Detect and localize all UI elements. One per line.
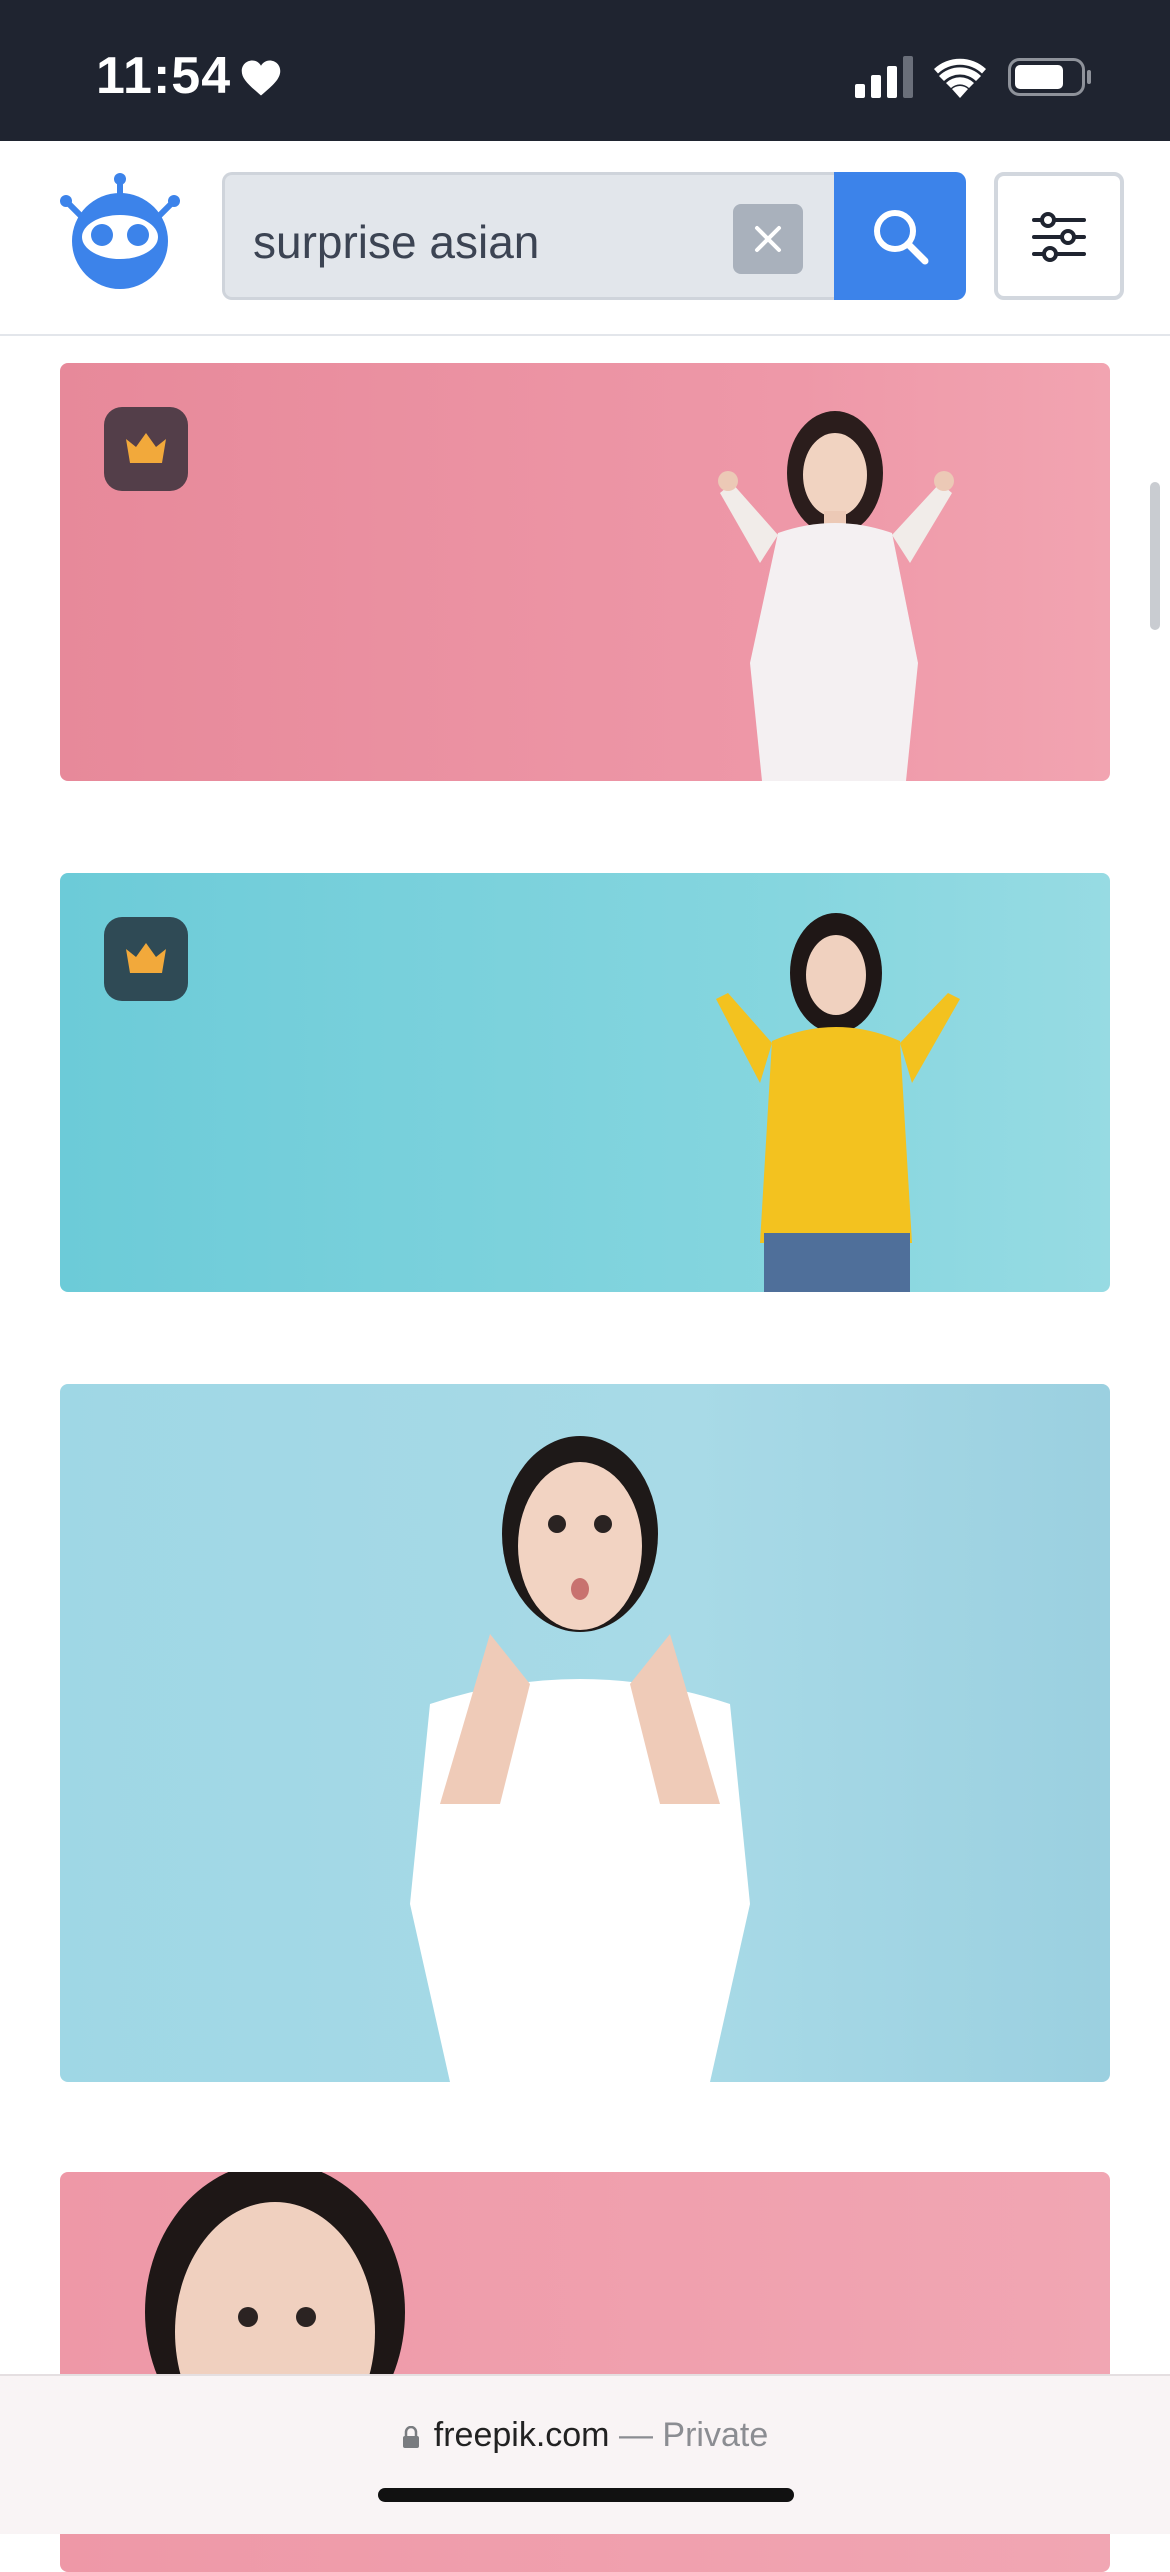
url-display[interactable]: freepik.com — Private [0,2416,1170,2455]
search-input[interactable]: surprise asian [222,172,834,300]
status-bar: 11:54 [0,0,1170,141]
close-icon [755,226,781,252]
result-image-2[interactable] [60,873,1110,1292]
clear-search-button[interactable] [733,204,803,274]
status-time: 11:54 [96,47,232,105]
browser-address-bar[interactable]: freepik.com — Private [0,2374,1170,2534]
crown-icon [126,943,166,973]
surprised-woman-white-tshirt-image [410,1436,750,2082]
url-domain: freepik.com [433,2416,610,2454]
wifi-icon [934,58,986,98]
result-image-1[interactable] [60,363,1110,781]
search-button[interactable] [834,172,966,300]
premium-badge [104,407,188,491]
scrollbar-thumb[interactable] [1150,482,1160,630]
private-mode-label: Private [662,2416,769,2454]
search-icon [874,210,929,265]
home-indicator[interactable] [378,2488,794,2502]
woman-pointing-sideways-image [718,411,954,781]
premium-badge [104,917,188,1001]
result-image-3[interactable] [60,1384,1110,2082]
freepik-robot-logo[interactable] [58,169,182,293]
battery-icon [1008,58,1091,96]
crown-icon [126,433,166,463]
search-query-text[interactable]: surprise asian [253,215,539,269]
woman-shrugging-yellow-sweater-image [716,913,960,1292]
lock-icon [402,2426,419,2449]
heart-icon [241,60,281,96]
cellular-signal-icon [855,56,913,98]
url-separator: — [609,2416,663,2454]
filters-button[interactable] [994,172,1124,300]
app-header: surprise asian [0,141,1170,336]
filter-sliders-icon [1032,212,1086,262]
